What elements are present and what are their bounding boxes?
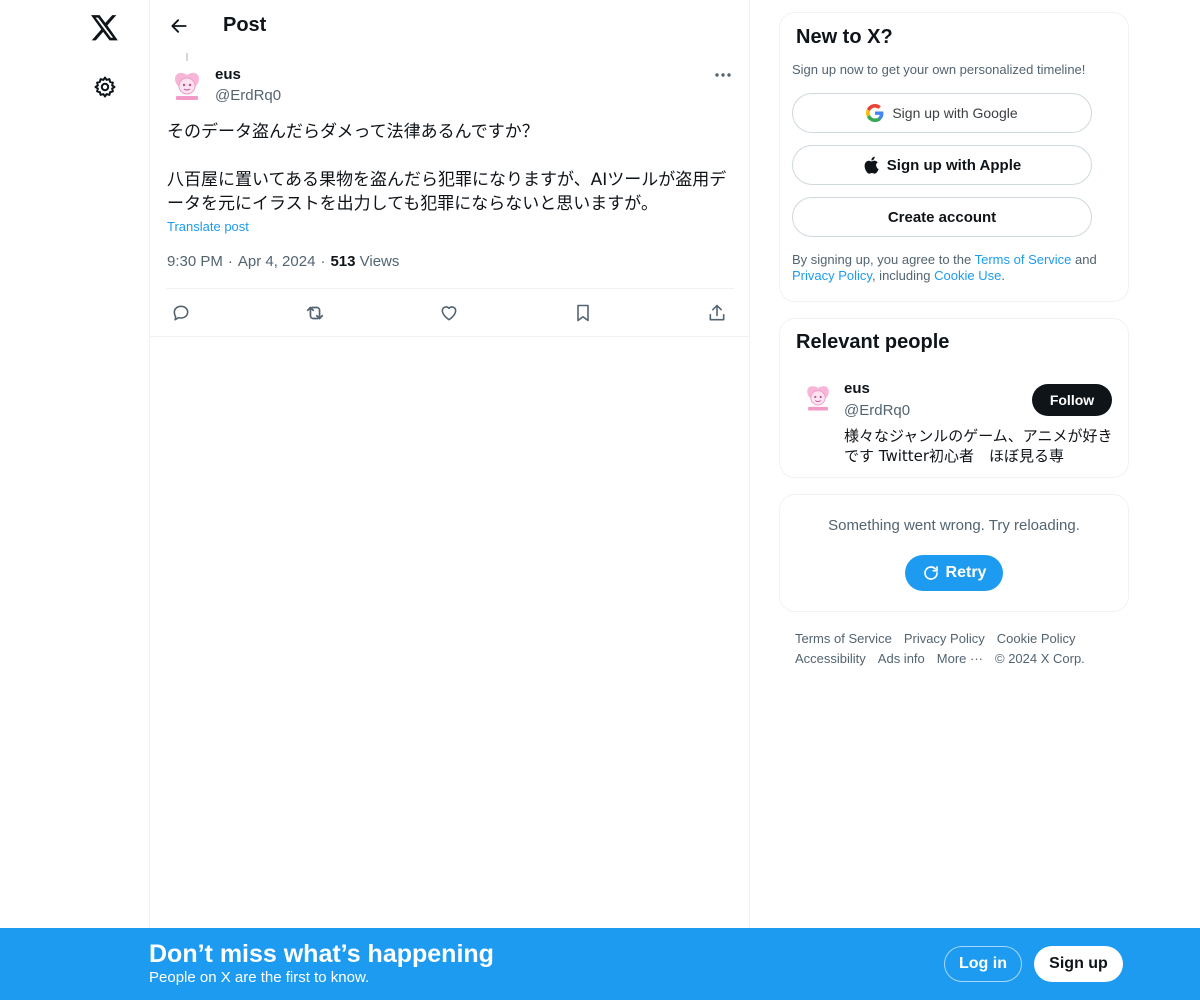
button-label: Sign up with Google bbox=[892, 105, 1018, 121]
privacy-policy-link[interactable]: Privacy Policy bbox=[792, 268, 872, 283]
terms-of-service-link[interactable]: Terms of Service bbox=[975, 252, 1072, 267]
footer-link[interactable]: Ads info bbox=[878, 651, 925, 666]
more-options-icon[interactable] bbox=[708, 63, 738, 87]
footer-link[interactable]: Accessibility bbox=[795, 651, 866, 666]
error-card: Something went wrong. Try reloading. Ret… bbox=[779, 494, 1129, 612]
post-text-line: 八百屋に置いてある果物を盗んだら犯罪になりますが、AIツールが盗用データを元にイ… bbox=[167, 170, 727, 214]
terms-text-part: , including bbox=[871, 268, 935, 283]
bookmark-icon[interactable] bbox=[568, 300, 598, 326]
divider bbox=[150, 336, 750, 337]
post-date[interactable]: Apr 4, 2024 bbox=[238, 253, 316, 270]
error-message: Something went wrong. Try reloading. bbox=[828, 517, 1080, 534]
x-logo-icon[interactable] bbox=[80, 3, 130, 53]
card-title: Relevant people bbox=[796, 331, 950, 353]
cookie-use-link[interactable]: Cookie Use bbox=[934, 268, 1001, 283]
card-subtitle: Sign up now to get your own personalized… bbox=[792, 62, 1086, 77]
create-account-button[interactable]: Create account bbox=[792, 197, 1092, 237]
footer-link[interactable]: Privacy Policy bbox=[904, 631, 985, 646]
banner-subtitle: People on X are the first to know. bbox=[149, 969, 370, 986]
gear-icon[interactable] bbox=[80, 62, 130, 112]
retry-button[interactable]: Retry bbox=[905, 555, 1003, 591]
terms-text-part: and bbox=[1071, 252, 1097, 267]
views-count: 513 bbox=[330, 253, 356, 270]
log-in-button[interactable]: Log in bbox=[944, 946, 1022, 982]
footer-more-link[interactable]: More ··· bbox=[937, 651, 983, 666]
left-nav bbox=[0, 0, 150, 1000]
thread-line bbox=[186, 53, 188, 61]
like-icon[interactable] bbox=[434, 300, 464, 326]
user-handle[interactable]: @ErdRq0 bbox=[844, 402, 910, 419]
page-title: Post bbox=[223, 14, 267, 36]
terms-text-part: By signing up, you agree to the bbox=[792, 252, 975, 267]
button-label: Sign up with Apple bbox=[886, 156, 1022, 174]
sign-up-apple-button[interactable]: Sign up with Apple bbox=[792, 145, 1092, 185]
sign-up-button[interactable]: Sign up bbox=[1034, 946, 1123, 982]
footer-link[interactable]: Terms of Service bbox=[795, 631, 892, 646]
relevant-people-card: Relevant people eus @ErdRq0 Follow 様々なジャ… bbox=[779, 318, 1129, 478]
post-meta: 9:30 PM · Apr 4, 2024 · 513 Views bbox=[167, 253, 399, 270]
button-label: Create account bbox=[887, 208, 997, 226]
footer-links: Terms of Service Privacy Policy Cookie Pol… bbox=[795, 629, 1125, 669]
new-to-x-card: New to X? Sign up now to get your own pe… bbox=[779, 12, 1129, 302]
terms-text: By signing up, you agree to the Terms of… bbox=[792, 252, 1122, 284]
arrow-left-icon[interactable] bbox=[162, 9, 196, 43]
separator: · bbox=[227, 253, 233, 270]
avatar[interactable] bbox=[800, 379, 836, 415]
share-icon[interactable] bbox=[702, 300, 732, 326]
terms-text-part: . bbox=[1001, 268, 1005, 283]
avatar[interactable] bbox=[167, 65, 207, 105]
author-handle[interactable]: @ErdRq0 bbox=[215, 87, 281, 104]
post-text-line: そのデータ盗んだらダメって法律あるんですか？ bbox=[167, 122, 539, 142]
views-label: Views bbox=[359, 253, 400, 270]
post-time[interactable]: 9:30 PM bbox=[167, 253, 223, 270]
signup-banner: Don’t miss what’s happening People on X … bbox=[0, 928, 1200, 1000]
user-bio: 様々なジャンルのゲーム、アニメが好きです Twitter初心者 ほぼ見る専 bbox=[844, 427, 1113, 465]
reply-icon[interactable] bbox=[166, 300, 196, 326]
translate-post-link[interactable]: Translate post bbox=[167, 219, 249, 234]
post-text: そのデータ盗んだらダメって法律あるんですか？ 八百屋に置いてある果物を盗んだら犯… bbox=[167, 120, 737, 216]
action-bar bbox=[166, 289, 734, 336]
banner-title: Don’t miss what’s happening bbox=[149, 940, 494, 968]
user-name[interactable]: eus bbox=[844, 380, 870, 397]
copyright: © 2024 X Corp. bbox=[995, 651, 1085, 666]
apple-icon bbox=[863, 156, 879, 174]
follow-button[interactable]: Follow bbox=[1032, 384, 1112, 416]
header-bar: Post bbox=[150, 0, 750, 53]
google-icon bbox=[866, 104, 884, 122]
button-label: Retry bbox=[945, 564, 987, 581]
refresh-icon bbox=[922, 564, 940, 582]
author-name[interactable]: eus bbox=[215, 66, 241, 83]
sign-up-google-button[interactable]: Sign up with Google bbox=[792, 93, 1092, 133]
footer-link[interactable]: Cookie Policy bbox=[997, 631, 1076, 646]
repost-icon[interactable] bbox=[300, 300, 330, 326]
separator: · bbox=[320, 253, 326, 270]
card-title: New to X? bbox=[796, 26, 893, 48]
primary-column: Post eus @ErdRq0 そのデータ盗んだらダメって法律あるんですか？ … bbox=[149, 0, 750, 1000]
